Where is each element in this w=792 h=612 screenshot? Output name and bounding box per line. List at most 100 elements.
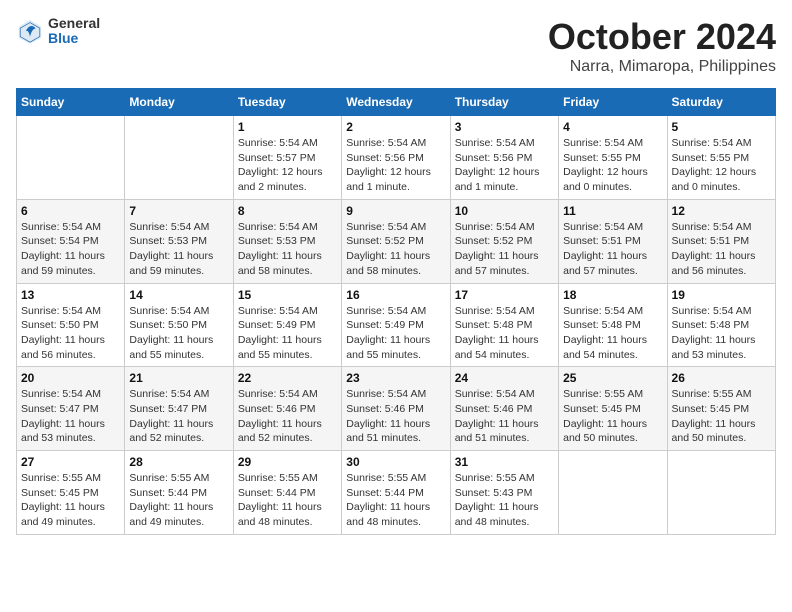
day-info: Sunrise: 5:54 AM Sunset: 5:52 PM Dayligh… [455, 220, 554, 279]
day-number: 22 [238, 371, 337, 385]
day-number: 31 [455, 455, 554, 469]
calendar-cell: 2 Sunrise: 5:54 AM Sunset: 5:56 PM Daylig… [342, 116, 450, 200]
day-info: Sunrise: 5:54 AM Sunset: 5:49 PM Dayligh… [238, 304, 337, 363]
day-number: 4 [563, 120, 662, 134]
day-number: 23 [346, 371, 445, 385]
day-info: Sunrise: 5:54 AM Sunset: 5:53 PM Dayligh… [129, 220, 228, 279]
day-number: 12 [672, 204, 771, 218]
day-info: Sunrise: 5:54 AM Sunset: 5:57 PM Dayligh… [238, 136, 337, 195]
day-info: Sunrise: 5:55 AM Sunset: 5:44 PM Dayligh… [129, 471, 228, 530]
day-number: 9 [346, 204, 445, 218]
page-header: General Blue October 2024 Narra, Mimarop… [16, 16, 776, 76]
day-number: 24 [455, 371, 554, 385]
calendar-cell: 31 Sunrise: 5:55 AM Sunset: 5:43 PM Dayli… [450, 451, 558, 535]
calendar-cell: 21 Sunrise: 5:54 AM Sunset: 5:47 PM Dayli… [125, 367, 233, 451]
day-number: 15 [238, 288, 337, 302]
calendar-cell: 23 Sunrise: 5:54 AM Sunset: 5:46 PM Dayli… [342, 367, 450, 451]
calendar-cell [559, 451, 667, 535]
day-info: Sunrise: 5:54 AM Sunset: 5:49 PM Dayligh… [346, 304, 445, 363]
day-number: 6 [21, 204, 120, 218]
title-block: October 2024 Narra, Mimaropa, Philippine… [548, 16, 776, 76]
calendar-cell: 14Sunrise: 5:54 AM Sunset: 5:50 PM Dayli… [125, 283, 233, 367]
day-info: Sunrise: 5:54 AM Sunset: 5:53 PM Dayligh… [238, 220, 337, 279]
calendar-week-1: 1 Sunrise: 5:54 AM Sunset: 5:57 PM Daylig… [17, 116, 776, 200]
day-number: 18 [563, 288, 662, 302]
day-number: 3 [455, 120, 554, 134]
logo: General Blue [16, 16, 100, 47]
day-info: Sunrise: 5:54 AM Sunset: 5:56 PM Dayligh… [346, 136, 445, 195]
calendar-cell: 9 Sunrise: 5:54 AM Sunset: 5:52 PM Daylig… [342, 199, 450, 283]
day-number: 8 [238, 204, 337, 218]
day-number: 30 [346, 455, 445, 469]
calendar-cell: 11 Sunrise: 5:54 AM Sunset: 5:51 PM Dayli… [559, 199, 667, 283]
day-info: Sunrise: 5:54 AM Sunset: 5:46 PM Dayligh… [455, 387, 554, 446]
calendar-cell: 26Sunrise: 5:55 AM Sunset: 5:45 PM Dayli… [667, 367, 775, 451]
calendar-cell: 18Sunrise: 5:54 AM Sunset: 5:48 PM Dayli… [559, 283, 667, 367]
calendar-table: SundayMondayTuesdayWednesdayThursdayFrid… [16, 88, 776, 535]
calendar-cell: 5 Sunrise: 5:54 AM Sunset: 5:55 PM Daylig… [667, 116, 775, 200]
day-info: Sunrise: 5:54 AM Sunset: 5:50 PM Dayligh… [21, 304, 120, 363]
calendar-cell: 25 Sunrise: 5:55 AM Sunset: 5:45 PM Dayli… [559, 367, 667, 451]
day-number: 13 [21, 288, 120, 302]
calendar-cell [17, 116, 125, 200]
calendar-cell: 17 Sunrise: 5:54 AM Sunset: 5:48 PM Dayli… [450, 283, 558, 367]
calendar-cell: 19Sunrise: 5:54 AM Sunset: 5:48 PM Dayli… [667, 283, 775, 367]
day-number: 5 [672, 120, 771, 134]
logo-blue-text: Blue [48, 31, 100, 46]
calendar-week-3: 13 Sunrise: 5:54 AM Sunset: 5:50 PM Dayli… [17, 283, 776, 367]
calendar-week-4: 20 Sunrise: 5:54 AM Sunset: 5:47 PM Dayli… [17, 367, 776, 451]
day-info: Sunrise: 5:54 AM Sunset: 5:46 PM Dayligh… [238, 387, 337, 446]
calendar-cell: 4Sunrise: 5:54 AM Sunset: 5:55 PM Daylig… [559, 116, 667, 200]
calendar-cell: 29Sunrise: 5:55 AM Sunset: 5:44 PM Dayli… [233, 451, 341, 535]
calendar-cell: 6 Sunrise: 5:54 AM Sunset: 5:54 PM Daylig… [17, 199, 125, 283]
calendar-cell: 13 Sunrise: 5:54 AM Sunset: 5:50 PM Dayli… [17, 283, 125, 367]
title-location: Narra, Mimaropa, Philippines [548, 58, 776, 76]
day-info: Sunrise: 5:54 AM Sunset: 5:56 PM Dayligh… [455, 136, 554, 195]
day-number: 14 [129, 288, 228, 302]
logo-text: General Blue [48, 16, 100, 47]
weekday-header-sunday: Sunday [17, 89, 125, 116]
calendar-cell: 3 Sunrise: 5:54 AM Sunset: 5:56 PM Daylig… [450, 116, 558, 200]
calendar-cell: 8 Sunrise: 5:54 AM Sunset: 5:53 PM Daylig… [233, 199, 341, 283]
day-number: 28 [129, 455, 228, 469]
day-info: Sunrise: 5:54 AM Sunset: 5:48 PM Dayligh… [455, 304, 554, 363]
calendar-cell: 12 Sunrise: 5:54 AM Sunset: 5:51 PM Dayli… [667, 199, 775, 283]
calendar-cell: 16Sunrise: 5:54 AM Sunset: 5:49 PM Dayli… [342, 283, 450, 367]
weekday-header-thursday: Thursday [450, 89, 558, 116]
calendar-cell: 28 Sunrise: 5:55 AM Sunset: 5:44 PM Dayli… [125, 451, 233, 535]
day-info: Sunrise: 5:55 AM Sunset: 5:45 PM Dayligh… [563, 387, 662, 446]
day-number: 10 [455, 204, 554, 218]
calendar-cell: 24 Sunrise: 5:54 AM Sunset: 5:46 PM Dayli… [450, 367, 558, 451]
weekday-header-tuesday: Tuesday [233, 89, 341, 116]
day-number: 21 [129, 371, 228, 385]
day-info: Sunrise: 5:54 AM Sunset: 5:52 PM Dayligh… [346, 220, 445, 279]
calendar-cell: 10 Sunrise: 5:54 AM Sunset: 5:52 PM Dayli… [450, 199, 558, 283]
day-info: Sunrise: 5:54 AM Sunset: 5:54 PM Dayligh… [21, 220, 120, 279]
day-info: Sunrise: 5:54 AM Sunset: 5:47 PM Dayligh… [129, 387, 228, 446]
day-info: Sunrise: 5:55 AM Sunset: 5:43 PM Dayligh… [455, 471, 554, 530]
calendar-cell: 27 Sunrise: 5:55 AM Sunset: 5:45 PM Dayli… [17, 451, 125, 535]
day-number: 19 [672, 288, 771, 302]
logo-general-text: General [48, 16, 100, 31]
calendar-cell: 30Sunrise: 5:55 AM Sunset: 5:44 PM Dayli… [342, 451, 450, 535]
day-info: Sunrise: 5:55 AM Sunset: 5:45 PM Dayligh… [21, 471, 120, 530]
day-number: 2 [346, 120, 445, 134]
calendar-cell [125, 116, 233, 200]
day-info: Sunrise: 5:54 AM Sunset: 5:46 PM Dayligh… [346, 387, 445, 446]
day-number: 27 [21, 455, 120, 469]
calendar-cell: 7Sunrise: 5:54 AM Sunset: 5:53 PM Daylig… [125, 199, 233, 283]
day-number: 1 [238, 120, 337, 134]
calendar-cell: 15 Sunrise: 5:54 AM Sunset: 5:49 PM Dayli… [233, 283, 341, 367]
weekday-header-saturday: Saturday [667, 89, 775, 116]
day-info: Sunrise: 5:54 AM Sunset: 5:55 PM Dayligh… [672, 136, 771, 195]
calendar-week-2: 6 Sunrise: 5:54 AM Sunset: 5:54 PM Daylig… [17, 199, 776, 283]
day-info: Sunrise: 5:54 AM Sunset: 5:51 PM Dayligh… [672, 220, 771, 279]
day-number: 20 [21, 371, 120, 385]
day-number: 17 [455, 288, 554, 302]
day-info: Sunrise: 5:54 AM Sunset: 5:51 PM Dayligh… [563, 220, 662, 279]
day-info: Sunrise: 5:55 AM Sunset: 5:45 PM Dayligh… [672, 387, 771, 446]
day-number: 11 [563, 204, 662, 218]
calendar-cell: 1 Sunrise: 5:54 AM Sunset: 5:57 PM Daylig… [233, 116, 341, 200]
calendar-cell: 22 Sunrise: 5:54 AM Sunset: 5:46 PM Dayli… [233, 367, 341, 451]
day-number: 25 [563, 371, 662, 385]
